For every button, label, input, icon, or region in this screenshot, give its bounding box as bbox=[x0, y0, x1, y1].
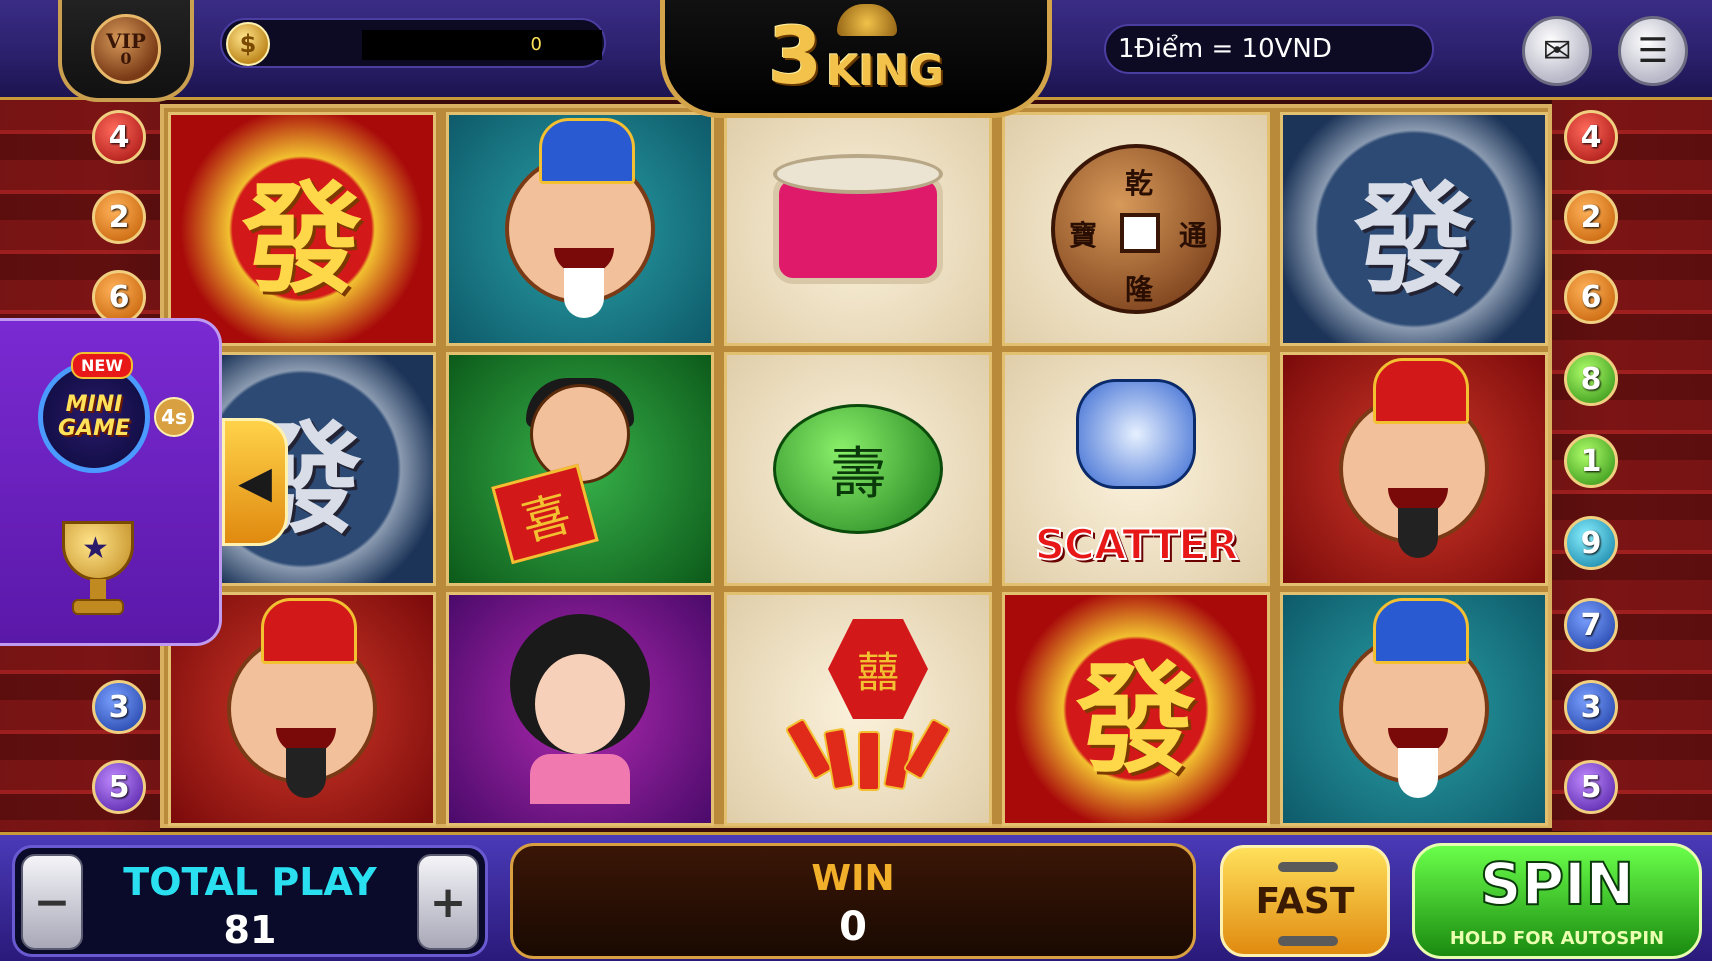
spin-button[interactable]: SPIN HOLD FOR AUTOSPIN bbox=[1412, 843, 1702, 959]
trophy-icon[interactable]: ★ bbox=[52, 521, 144, 621]
side-panel: NEW MINI GAME 4s ★ bbox=[0, 318, 222, 646]
reel-3: 壽 囍 bbox=[720, 108, 996, 826]
symbol-drum bbox=[724, 112, 992, 346]
fast-label: FAST bbox=[1255, 880, 1355, 922]
payline-right-7[interactable]: 7 bbox=[1564, 598, 1618, 652]
menu-icon: ☰ bbox=[1637, 31, 1669, 71]
logo-word: KING bbox=[826, 45, 945, 95]
spin-label: SPIN bbox=[1479, 849, 1635, 919]
win-value: 0 bbox=[839, 904, 867, 950]
payline-right-2[interactable]: 2 bbox=[1564, 190, 1618, 244]
god-of-longevity-icon bbox=[1339, 598, 1489, 798]
symbol-boy: 喜 bbox=[446, 352, 714, 586]
drum-icon bbox=[773, 154, 943, 304]
ancient-coin-icon: 乾 隆 寶 通 bbox=[1051, 144, 1221, 314]
chevron-left-icon: ◀ bbox=[238, 456, 272, 508]
mini-game-button[interactable]: NEW MINI GAME bbox=[38, 352, 150, 473]
increase-bet-button[interactable]: + bbox=[417, 854, 479, 950]
bottom-bar: − TOTAL PLAY 81 + WIN 0 FAST SPIN HOLD F… bbox=[0, 832, 1712, 961]
symbol-coin: 乾 隆 寶 通 bbox=[1002, 112, 1270, 346]
vip-label: VIP bbox=[106, 29, 146, 53]
payline-left-4[interactable]: 3 bbox=[92, 680, 146, 734]
payline-left-5[interactable]: 5 bbox=[92, 760, 146, 814]
scatter-label: SCATTER bbox=[1034, 519, 1240, 570]
symbol-fa-red: 發 bbox=[168, 112, 436, 346]
fast-button[interactable]: FAST bbox=[1220, 845, 1390, 957]
symbol-girl bbox=[446, 592, 714, 826]
total-play-value: 81 bbox=[223, 908, 277, 952]
exchange-rate: 1Điểm = 10VND bbox=[1104, 24, 1434, 74]
mail-button[interactable]: ✉ bbox=[1522, 16, 1592, 86]
reel-4: 乾 隆 寶 通 SCATTER 發 bbox=[998, 108, 1274, 826]
balance-display: $ 0 bbox=[220, 18, 606, 68]
reel-grid: 發 發 喜 壽 囍 乾 隆 寶 通 SCATTER 發 發 bbox=[160, 104, 1552, 828]
autospin-hint: HOLD FOR AUTOSPIN bbox=[1449, 928, 1665, 949]
payline-right-4[interactable]: 8 bbox=[1564, 352, 1618, 406]
reel-5: 發 bbox=[1276, 108, 1552, 826]
symbol-god-of-longevity bbox=[1280, 592, 1548, 826]
payline-left-3[interactable]: 6 bbox=[92, 270, 146, 324]
mail-icon: ✉ bbox=[1542, 31, 1572, 71]
god-of-wealth-icon bbox=[227, 598, 377, 798]
god-of-wealth-icon bbox=[1339, 358, 1489, 558]
star-icon: ★ bbox=[82, 531, 109, 566]
win-panel: WIN 0 bbox=[510, 843, 1196, 959]
girl-icon bbox=[500, 614, 660, 804]
collapse-panel-button[interactable]: ◀ bbox=[222, 418, 288, 546]
symbol-firecracker: 囍 bbox=[724, 592, 992, 826]
firecracker-icon: 囍 bbox=[768, 619, 952, 799]
lion-dance-icon: SCATTER bbox=[1034, 369, 1240, 570]
payline-left-1[interactable]: 4 bbox=[92, 110, 146, 164]
logo-number: 3 bbox=[767, 11, 823, 102]
symbol-fa-blue: 發 bbox=[1280, 112, 1548, 346]
coin-icon: $ bbox=[226, 22, 270, 66]
reel-2: 喜 bbox=[442, 108, 718, 826]
win-label: WIN bbox=[811, 858, 895, 899]
payline-right-8[interactable]: 3 bbox=[1564, 680, 1618, 734]
boy-icon: 喜 bbox=[491, 378, 660, 565]
vip-button[interactable]: VIP 0 bbox=[58, 0, 194, 102]
symbol-god-of-wealth bbox=[1280, 352, 1548, 586]
mini-game-timer: 4s bbox=[154, 397, 194, 437]
payline-right-9[interactable]: 5 bbox=[1564, 760, 1618, 814]
payline-left-2[interactable]: 2 bbox=[92, 190, 146, 244]
vip-badge-icon: VIP 0 bbox=[91, 14, 161, 84]
total-play-panel: − TOTAL PLAY 81 + bbox=[12, 845, 488, 957]
mini-game-line1: MINI bbox=[65, 392, 123, 417]
new-badge: NEW bbox=[71, 352, 133, 379]
total-play-label: TOTAL PLAY bbox=[123, 860, 377, 904]
crown-icon bbox=[837, 4, 897, 36]
payline-right-5[interactable]: 1 bbox=[1564, 434, 1618, 488]
payline-right-6[interactable]: 9 bbox=[1564, 516, 1618, 570]
menu-button[interactable]: ☰ bbox=[1618, 16, 1688, 86]
payline-right-1[interactable]: 4 bbox=[1564, 110, 1618, 164]
jade-icon: 壽 bbox=[773, 404, 943, 534]
decrease-bet-button[interactable]: − bbox=[21, 854, 83, 950]
game-logo: 3 KING bbox=[660, 0, 1052, 118]
symbol-jade: 壽 bbox=[724, 352, 992, 586]
symbol-god-of-longevity bbox=[446, 112, 714, 346]
balance-value: 0 bbox=[362, 30, 602, 60]
symbol-fa-red: 發 bbox=[1002, 592, 1270, 826]
payline-right-3[interactable]: 6 bbox=[1564, 270, 1618, 324]
god-of-longevity-icon bbox=[505, 118, 655, 318]
vip-level: 0 bbox=[120, 49, 132, 68]
mini-game-line2: GAME bbox=[57, 416, 130, 441]
symbol-scatter: SCATTER bbox=[1002, 352, 1270, 586]
